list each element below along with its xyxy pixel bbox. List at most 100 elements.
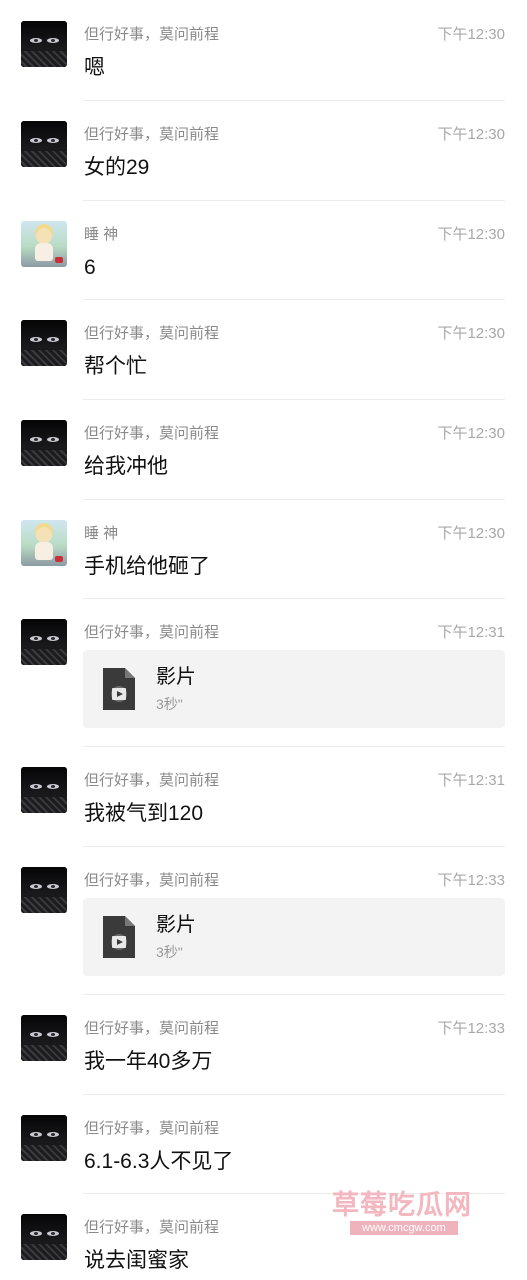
sender-name[interactable]: 但行好事，莫问前程 <box>84 1119 219 1139</box>
avatar-pupil <box>34 39 38 42</box>
sender-name[interactable]: 但行好事，莫问前程 <box>84 424 219 444</box>
message-time: 下午12:31 <box>437 624 505 641</box>
sender-name[interactable]: 但行好事，莫问前程 <box>84 623 219 643</box>
message-row[interactable]: 睡 神 下午12:30 手机给他砸了 <box>0 499 527 598</box>
avatar-pupil <box>34 885 38 888</box>
message-row[interactable]: 但行好事，莫问前程 下午12:33 我一年40多万 <box>0 994 527 1094</box>
avatar[interactable] <box>21 1015 67 1061</box>
avatar-eye <box>30 437 42 442</box>
sender-name[interactable]: 但行好事，莫问前程 <box>84 1218 219 1238</box>
avatar-body <box>35 243 53 261</box>
sender-name[interactable]: 睡 神 <box>84 524 118 544</box>
message-text[interactable]: 说去闺蜜家 <box>84 1247 189 1275</box>
video-file-icon <box>101 666 137 712</box>
message-time: 下午12:30 <box>437 325 505 342</box>
sender-name[interactable]: 但行好事，莫问前程 <box>84 771 219 791</box>
avatar[interactable] <box>21 1214 67 1260</box>
avatar-pupil <box>51 39 55 42</box>
video-duration: 3秒" <box>156 696 183 712</box>
avatar[interactable] <box>21 221 67 267</box>
avatar[interactable] <box>21 420 67 466</box>
message-text[interactable]: 我一年40多万 <box>84 1048 212 1076</box>
message-text[interactable]: 帮个忙 <box>84 353 147 381</box>
avatar-eye <box>47 636 59 641</box>
message-text[interactable]: 6.1-6.3人不见了 <box>84 1148 233 1176</box>
avatar-scarf <box>21 1244 67 1260</box>
avatar-eye <box>47 138 59 143</box>
avatar-eye <box>30 138 42 143</box>
message-row[interactable]: 但行好事，莫问前程 下午12:30 帮个忙 <box>0 299 527 399</box>
avatar-eye <box>47 337 59 342</box>
avatar-eye <box>47 884 59 889</box>
message-time: 下午12:30 <box>437 226 505 243</box>
message-text[interactable]: 嗯 <box>84 54 105 82</box>
avatar-pupil <box>34 1133 38 1136</box>
message-time: 下午12:30 <box>437 525 505 542</box>
avatar[interactable] <box>21 867 67 913</box>
avatar-scarf <box>21 450 67 466</box>
message-time: 下午12:30 <box>437 425 505 442</box>
avatar-red-object <box>55 257 63 263</box>
avatar-eye <box>30 337 42 342</box>
avatar-eye <box>47 1032 59 1037</box>
avatar-scarf <box>21 151 67 167</box>
avatar[interactable] <box>21 121 67 167</box>
sender-name[interactable]: 但行好事，莫问前程 <box>84 25 219 45</box>
message-row[interactable]: 但行好事，莫问前程说去闺蜜家 <box>0 1193 527 1280</box>
avatar-eye <box>30 1231 42 1236</box>
message-row[interactable]: 但行好事，莫问前程 下午12:31 我被气到120 <box>0 746 527 846</box>
avatar-pupil <box>34 438 38 441</box>
message-row[interactable]: 但行好事，莫问前程 下午12:30 给我冲他 <box>0 399 527 499</box>
message-row[interactable]: 但行好事，莫问前程 下午12:30 女的29 <box>0 100 527 200</box>
message-separator <box>83 100 505 101</box>
message-row[interactable]: 但行好事，莫问前程 下午12:31 影片 3秒" <box>0 598 527 746</box>
message-text[interactable]: 6 <box>84 254 96 282</box>
avatar[interactable] <box>21 767 67 813</box>
avatar-scarf <box>21 350 67 366</box>
sender-name[interactable]: 但行好事，莫问前程 <box>84 324 219 344</box>
avatar-body <box>35 542 53 560</box>
avatar-pupil <box>34 338 38 341</box>
message-text[interactable]: 手机给他砸了 <box>84 553 210 581</box>
avatar[interactable] <box>21 619 67 665</box>
video-message-card[interactable]: 影片 3秒" <box>83 650 505 728</box>
message-row[interactable]: 睡 神 下午12:30 6 <box>0 200 527 299</box>
avatar-scarf <box>21 649 67 665</box>
avatar[interactable] <box>21 1115 67 1161</box>
message-time: 下午12:33 <box>437 872 505 889</box>
avatar-eye <box>47 1132 59 1137</box>
message-time: 下午12:30 <box>437 26 505 43</box>
sender-name[interactable]: 睡 神 <box>84 225 118 245</box>
avatar[interactable] <box>21 520 67 566</box>
sender-name[interactable]: 但行好事，莫问前程 <box>84 871 219 891</box>
avatar-eye <box>30 1132 42 1137</box>
message-row[interactable]: 但行好事，莫问前程 6.1-6.3人不见了 <box>0 1094 527 1193</box>
video-duration: 3秒" <box>156 944 183 960</box>
video-title: 影片 <box>156 914 196 936</box>
avatar-pupil <box>34 139 38 142</box>
avatar[interactable] <box>21 21 67 67</box>
message-separator <box>83 399 505 400</box>
message-time: 下午12:33 <box>437 1020 505 1037</box>
sender-name[interactable]: 但行好事，莫问前程 <box>84 125 219 145</box>
sender-name[interactable]: 但行好事，莫问前程 <box>84 1019 219 1039</box>
avatar-scarf <box>21 897 67 913</box>
message-separator <box>83 746 505 747</box>
avatar-scarf <box>21 51 67 67</box>
message-separator <box>83 299 505 300</box>
avatar-pupil <box>51 1033 55 1036</box>
message-row[interactable]: 但行好事，莫问前程 下午12:30 嗯 <box>0 0 527 100</box>
avatar-head <box>36 228 52 244</box>
message-row[interactable]: 但行好事，莫问前程 下午12:33 影片 3秒" <box>0 846 527 994</box>
avatar-pupil <box>34 785 38 788</box>
avatar-eye <box>30 784 42 789</box>
avatar-pupil <box>51 785 55 788</box>
message-text[interactable]: 我被气到120 <box>84 800 203 828</box>
message-time: 下午12:30 <box>437 126 505 143</box>
avatar-scarf <box>21 797 67 813</box>
avatar[interactable] <box>21 320 67 366</box>
message-text[interactable]: 女的29 <box>84 154 149 182</box>
avatar-scarf <box>21 1045 67 1061</box>
message-text[interactable]: 给我冲他 <box>84 453 168 481</box>
video-message-card[interactable]: 影片 3秒" <box>83 898 505 976</box>
